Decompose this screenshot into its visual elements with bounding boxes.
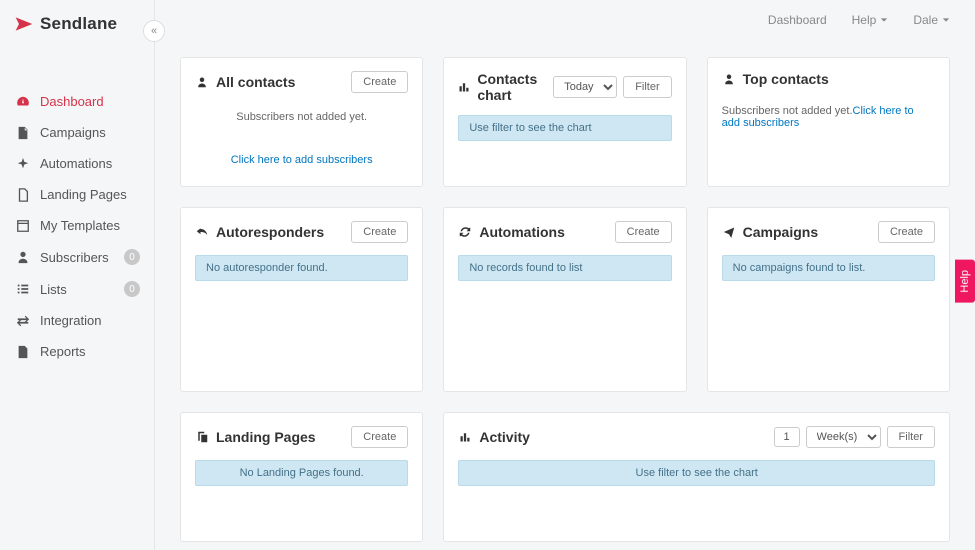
sidebar-item-reports[interactable]: Reports bbox=[0, 336, 154, 367]
sidebar-item-dashboard[interactable]: Dashboard bbox=[0, 86, 154, 117]
sidebar-item-integration[interactable]: Integration bbox=[0, 305, 154, 336]
autoresponders-card: Autoresponders Create No autoresponder f… bbox=[180, 207, 423, 392]
sidebar-item-label: Campaigns bbox=[40, 125, 140, 140]
topbar-item-help[interactable]: Help bbox=[852, 13, 889, 27]
bar-chart-icon bbox=[458, 430, 472, 444]
sidebar-item-label: Automations bbox=[40, 156, 140, 171]
card-title-text: Landing Pages bbox=[216, 429, 316, 445]
sidebar-item-label: My Templates bbox=[40, 218, 140, 233]
create-button[interactable]: Create bbox=[351, 71, 408, 93]
sidebar-nav: Dashboard Campaigns Automations Landing Pag… bbox=[0, 56, 154, 367]
topbar-label: Dale bbox=[913, 13, 938, 27]
caret-down-icon bbox=[880, 16, 888, 24]
gauge-icon bbox=[14, 95, 32, 109]
help-side-tab[interactable]: Help bbox=[955, 260, 975, 303]
topbar: Dashboard Help Dale bbox=[155, 0, 975, 39]
sidebar-badge: 0 bbox=[124, 249, 140, 265]
card-title-text: Top contacts bbox=[743, 71, 829, 87]
contacts-chart-card: Contacts chart Today Filter Use filter t… bbox=[443, 57, 686, 187]
create-button[interactable]: Create bbox=[351, 426, 408, 448]
copy-icon bbox=[195, 430, 209, 444]
create-button[interactable]: Create bbox=[878, 221, 935, 243]
sidebar: Sendlane « DashboardCampaignsAutomations… bbox=[0, 0, 155, 550]
add-subscribers-link[interactable]: Click here to add subscribers bbox=[231, 154, 373, 166]
send-icon bbox=[722, 225, 736, 239]
landing-pages-card: Landing Pages Create No Landing Pages fo… bbox=[180, 412, 423, 542]
template-icon bbox=[14, 219, 32, 233]
info-message: No Landing Pages found. bbox=[195, 460, 408, 486]
filter-button[interactable]: Filter bbox=[887, 426, 935, 448]
brand-name: Sendlane bbox=[40, 14, 117, 34]
info-message: No autoresponder found. bbox=[195, 255, 408, 281]
info-message: Use filter to see the chart bbox=[458, 460, 935, 486]
sidebar-item-label: Reports bbox=[40, 344, 140, 359]
info-message: No campaigns found to list. bbox=[722, 255, 935, 281]
sidebar-item-landing-pages[interactable]: Landing Pages bbox=[0, 179, 154, 210]
date-filter-select[interactable]: Today bbox=[553, 76, 617, 98]
caret-down-icon bbox=[942, 16, 950, 24]
filter-button[interactable]: Filter bbox=[623, 76, 671, 98]
page-icon bbox=[14, 188, 32, 202]
sidebar-item-my-templates[interactable]: My Templates bbox=[0, 210, 154, 241]
sidebar-item-label: Integration bbox=[40, 313, 140, 328]
main-area: Dashboard Help Dale All contacts Create Su… bbox=[155, 0, 975, 550]
refresh-icon bbox=[458, 225, 472, 239]
person-icon bbox=[195, 75, 209, 89]
reply-icon bbox=[195, 225, 209, 239]
brand-logo[interactable]: Sendlane bbox=[0, 0, 154, 56]
create-button[interactable]: Create bbox=[615, 221, 672, 243]
card-title-text: Automations bbox=[479, 224, 565, 240]
person-icon bbox=[722, 72, 736, 86]
card-title-text: Campaigns bbox=[743, 224, 818, 240]
card-title-text: All contacts bbox=[216, 74, 295, 90]
info-message: Use filter to see the chart bbox=[458, 115, 671, 141]
topbar-label: Help bbox=[852, 13, 877, 27]
topbar-label: Dashboard bbox=[768, 13, 827, 27]
activity-number-input[interactable] bbox=[774, 427, 800, 447]
topbar-item-dashboard[interactable]: Dashboard bbox=[768, 13, 827, 27]
create-button[interactable]: Create bbox=[351, 221, 408, 243]
sidebar-item-campaigns[interactable]: Campaigns bbox=[0, 117, 154, 148]
swap-icon bbox=[14, 314, 32, 328]
all-contacts-card: All contacts Create Subscribers not adde… bbox=[180, 57, 423, 187]
card-title-text: Contacts chart bbox=[477, 71, 553, 103]
sidebar-item-subscribers[interactable]: Subscribers0 bbox=[0, 241, 154, 273]
sidebar-item-label: Landing Pages bbox=[40, 187, 140, 202]
campaigns-card: Campaigns Create No campaigns found to l… bbox=[707, 207, 950, 392]
card-title-text: Autoresponders bbox=[216, 224, 324, 240]
sidebar-item-label: Dashboard bbox=[40, 94, 140, 109]
report-icon bbox=[14, 345, 32, 359]
sidebar-item-automations[interactable]: Automations bbox=[0, 148, 154, 179]
bar-chart-icon bbox=[458, 80, 470, 94]
dashboard-grid: All contacts Create Subscribers not adde… bbox=[155, 39, 975, 550]
card-title-text: Activity bbox=[479, 429, 530, 445]
sendlane-icon bbox=[14, 14, 34, 34]
activity-period-select[interactable]: Week(s) bbox=[806, 426, 881, 448]
automations-card: Automations Create No records found to l… bbox=[443, 207, 686, 392]
file-icon bbox=[14, 126, 32, 140]
info-message: No records found to list bbox=[458, 255, 671, 281]
sidebar-item-label: Lists bbox=[40, 282, 124, 297]
sidebar-badge: 0 bbox=[124, 281, 140, 297]
sparkle-icon bbox=[14, 157, 32, 171]
empty-message: Subscribers not added yet. bbox=[722, 105, 853, 117]
topbar-item-dale[interactable]: Dale bbox=[913, 13, 950, 27]
sidebar-item-lists[interactable]: Lists0 bbox=[0, 273, 154, 305]
top-contacts-card: Top contacts Subscribers not added yet.C… bbox=[707, 57, 950, 187]
sidebar-item-label: Subscribers bbox=[40, 250, 124, 265]
activity-card: Activity Week(s) Filter Use filter to se… bbox=[443, 412, 950, 542]
empty-message: Subscribers not added yet. bbox=[195, 111, 408, 123]
person-icon bbox=[14, 250, 32, 264]
list-icon bbox=[14, 282, 32, 296]
